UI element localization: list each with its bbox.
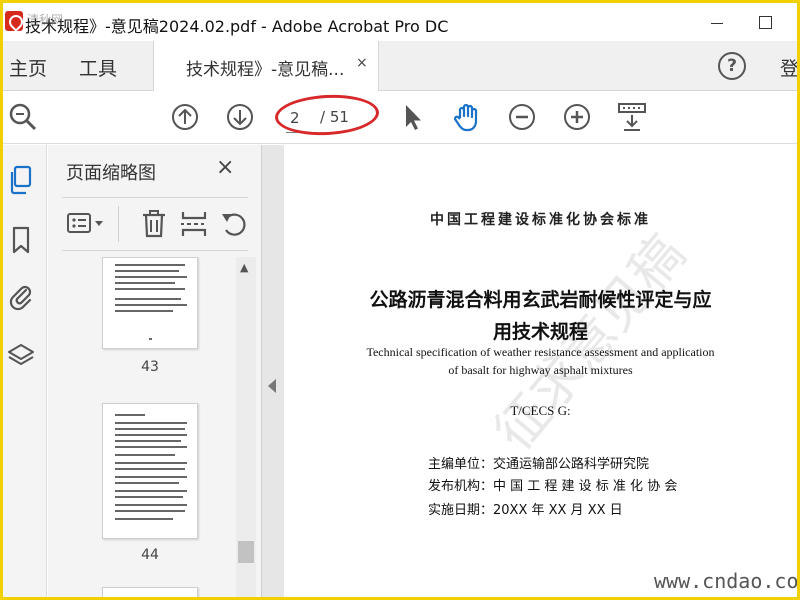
help-icon[interactable]: ?: [718, 52, 746, 80]
tab-document-label: 技术规程》-意见稿...: [186, 60, 345, 80]
thumbnail-page-number: 44: [141, 547, 159, 563]
corner-watermark: 清秋网: [27, 13, 64, 27]
document-editor: 主编单位：交通运输部公路科学研究院: [428, 457, 650, 472]
thumbnail-options-icon[interactable]: [66, 208, 106, 240]
site-watermark: www.cndao.com: [654, 569, 797, 593]
collapse-panel-icon[interactable]: [268, 379, 276, 393]
thumbnail-scrollbar[interactable]: ▲: [236, 257, 256, 597]
thumbnails-panel: 页面缩略图 × 43 44 ▲: [48, 145, 262, 597]
zoom-in-icon[interactable]: [561, 101, 593, 133]
title-bar: 技术规程》-意见稿2024.02.pdf - Adobe Acrobat Pro…: [3, 3, 797, 41]
tab-tools[interactable]: 工具: [79, 54, 117, 81]
scroll-thumb[interactable]: [238, 541, 254, 563]
previous-page-icon[interactable]: [169, 101, 201, 133]
document-title-line-2: 用技术规程: [492, 321, 588, 343]
document-org-header: 中国工程建设标准化协会标准: [430, 212, 651, 228]
document-view[interactable]: 征求意见稿 中国工程建设标准化协会标准 公路沥青混合料用玄武岩耐候性评定与应 用…: [284, 145, 797, 597]
tab-document[interactable]: 技术规程》-意见稿... ×: [153, 41, 379, 91]
acrobat-window: 技术规程》-意见稿2024.02.pdf - Adobe Acrobat Pro…: [3, 3, 797, 597]
thumbnail-page-number: 43: [141, 359, 159, 375]
toolbar-divider: [118, 206, 119, 242]
layers-icon[interactable]: [7, 341, 35, 371]
panel-title: 页面缩略图: [66, 163, 156, 184]
panel-close-icon[interactable]: ×: [216, 155, 234, 180]
zoom-search-icon[interactable]: [7, 101, 39, 133]
thumbnail-page[interactable]: [102, 257, 198, 349]
delete-page-icon[interactable]: [138, 208, 170, 240]
minimize-icon[interactable]: [703, 13, 733, 33]
scroll-up-icon[interactable]: ▲: [240, 261, 248, 274]
hand-tool-icon[interactable]: [451, 101, 483, 133]
login-link[interactable]: 登: [780, 54, 797, 81]
document-english-title-line-1: Technical specification of weather resis…: [366, 345, 715, 359]
window-title: 技术规程》-意见稿2024.02.pdf - Adobe Acrobat Pro…: [25, 17, 449, 36]
acrobat-logo-icon: [5, 11, 23, 31]
document-effective-date: 实施日期：20XX 年 XX 月 XX 日: [428, 503, 623, 518]
zoom-out-icon[interactable]: [506, 101, 538, 133]
select-cursor-icon[interactable]: [397, 101, 429, 133]
tab-bar: 主页 工具 技术规程》-意见稿... × ? 登: [3, 41, 797, 91]
scroll-mode-icon[interactable]: [616, 101, 648, 133]
attachment-icon[interactable]: [7, 281, 35, 311]
thumbnail-list[interactable]: 43 44: [62, 257, 248, 597]
thumbnail-page[interactable]: [102, 587, 198, 597]
document-standard-code: T/CECS G:: [510, 403, 571, 418]
tab-home[interactable]: 主页: [9, 54, 47, 81]
document-english-title-line-2: of basalt for highway asphalt mixtures: [448, 363, 633, 377]
document-title-line-1: 公路沥青混合料用玄武岩耐候性评定与应: [369, 289, 712, 311]
document-publisher: 发布机构：中 国 工 程 建 设 标 准 化 协 会: [428, 479, 678, 494]
insert-page-icon[interactable]: [178, 208, 210, 240]
toolbar: / 51: [3, 92, 797, 144]
panel-toolbar: [62, 197, 248, 251]
page-thumbnails-icon[interactable]: [7, 165, 35, 195]
left-rail: [3, 145, 47, 597]
tab-close-icon[interactable]: ×: [356, 55, 368, 71]
thumbnail-page[interactable]: [102, 403, 198, 539]
maximize-icon[interactable]: [753, 13, 777, 33]
document-page: 征求意见稿 中国工程建设标准化协会标准 公路沥青混合料用玄武岩耐候性评定与应 用…: [284, 145, 797, 597]
bookmark-icon[interactable]: [7, 225, 35, 255]
next-page-icon[interactable]: [224, 101, 256, 133]
rotate-page-icon[interactable]: [218, 208, 248, 240]
panel-splitter[interactable]: [262, 145, 284, 597]
